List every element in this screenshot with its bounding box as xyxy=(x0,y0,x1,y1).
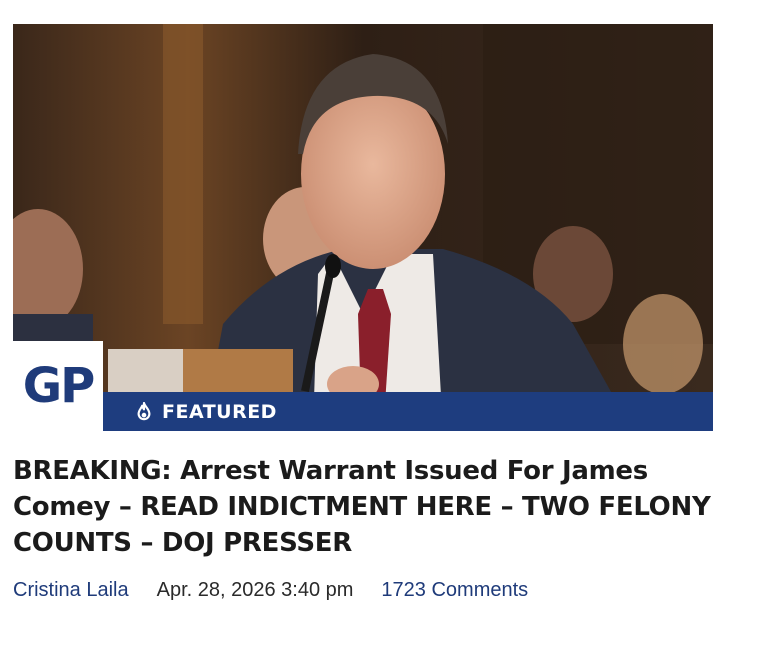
article-meta: Cristina Laila Apr. 28, 2026 3:40 pm 172… xyxy=(13,579,713,602)
article-card: GP FEATURED BREAKING: Arrest Warrant Iss… xyxy=(13,24,713,602)
author-link[interactable]: Cristina Laila xyxy=(13,579,129,602)
publish-date: Apr. 28, 2026 3:40 pm xyxy=(156,579,354,601)
featured-image[interactable]: GP FEATURED xyxy=(13,24,713,431)
hearing-photo xyxy=(13,24,713,431)
featured-badge[interactable]: FEATURED xyxy=(103,392,713,431)
article-headline[interactable]: BREAKING: Arrest Warrant Issued For Jame… xyxy=(13,453,713,561)
site-logo[interactable]: GP xyxy=(13,341,103,431)
comments-link[interactable]: 1723 Comments xyxy=(381,579,528,602)
featured-label: FEATURED xyxy=(162,400,277,423)
logo-text: GP xyxy=(22,358,96,414)
flame-icon xyxy=(137,401,151,420)
